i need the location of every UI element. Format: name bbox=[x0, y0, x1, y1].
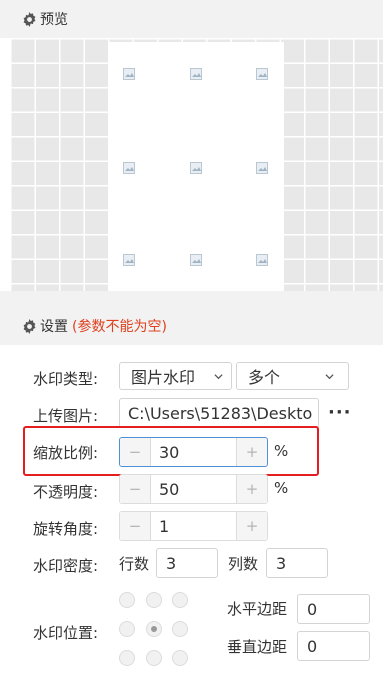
h-margin-input[interactable]: 0 bbox=[297, 594, 370, 624]
upload-label: 上传图片: bbox=[33, 407, 99, 425]
position-top-center-radio[interactable] bbox=[146, 592, 162, 608]
opacity-input[interactable]: 50 bbox=[151, 475, 236, 503]
watermark-image-icon bbox=[123, 68, 135, 80]
settings-note: (参数不能为空) bbox=[72, 319, 167, 335]
watermark-type-label: 水印类型: bbox=[33, 370, 99, 388]
watermark-count-select[interactable]: 多个 bbox=[236, 362, 349, 390]
rotation-decrement-button[interactable]: − bbox=[120, 512, 151, 540]
position-top-right-radio[interactable] bbox=[172, 592, 188, 608]
rotation-stepper[interactable]: − 1 + bbox=[119, 511, 268, 541]
scale-increment-button[interactable]: + bbox=[236, 438, 267, 466]
scale-unit: % bbox=[274, 442, 289, 460]
opacity-unit: % bbox=[274, 479, 289, 497]
h-margin-label: 水平边距 bbox=[227, 600, 288, 618]
settings-header: 设置 (参数不能为空) bbox=[0, 307, 383, 345]
chevron-down-icon bbox=[325, 374, 334, 380]
opacity-label: 不透明度: bbox=[33, 483, 99, 501]
opacity-increment-button[interactable]: + bbox=[236, 475, 267, 503]
opacity-stepper[interactable]: − 50 + bbox=[119, 474, 268, 504]
scale-input[interactable]: 30 bbox=[151, 438, 236, 466]
watermark-image-icon bbox=[190, 254, 202, 266]
scale-stepper[interactable]: − 30 + bbox=[119, 437, 268, 467]
rows-input[interactable]: 3 bbox=[156, 548, 218, 578]
density-label: 水印密度: bbox=[33, 557, 99, 575]
position-middle-left-radio[interactable] bbox=[119, 621, 135, 637]
cols-label: 列数 bbox=[228, 555, 259, 573]
section-divider bbox=[0, 291, 383, 307]
watermark-type-select[interactable]: 图片水印 bbox=[119, 362, 232, 390]
watermark-count-value: 多个 bbox=[248, 368, 281, 387]
rotation-label: 旋转角度: bbox=[33, 520, 99, 538]
watermark-type-value: 图片水印 bbox=[131, 368, 196, 387]
preview-header: 预览 bbox=[0, 0, 383, 38]
v-margin-input[interactable]: 0 bbox=[297, 631, 370, 661]
rows-label: 行数 bbox=[119, 555, 150, 573]
watermark-image-icon bbox=[123, 254, 135, 266]
position-bottom-left-radio[interactable] bbox=[119, 650, 135, 666]
gear-icon bbox=[23, 11, 36, 27]
opacity-decrement-button[interactable]: − bbox=[120, 475, 151, 503]
scale-decrement-button[interactable]: − bbox=[120, 438, 151, 466]
upload-path-input[interactable]: C:\Users\51283\Deskto bbox=[119, 398, 319, 428]
chevron-down-icon bbox=[214, 374, 223, 380]
more-options-button[interactable]: ··· bbox=[328, 402, 352, 423]
settings-title: 设置 bbox=[40, 319, 68, 335]
scale-label: 缩放比例: bbox=[33, 444, 99, 462]
watermark-image-icon bbox=[256, 68, 268, 80]
position-middle-right-radio[interactable] bbox=[172, 621, 188, 637]
v-margin-label: 垂直边距 bbox=[227, 638, 288, 656]
position-bottom-center-radio[interactable] bbox=[146, 650, 162, 666]
upload-path-value: C:\Users\51283\Deskto bbox=[128, 403, 313, 423]
position-center-radio[interactable] bbox=[146, 621, 162, 637]
watermark-image-icon bbox=[190, 162, 202, 174]
gear-icon bbox=[23, 318, 36, 334]
watermark-image-icon bbox=[256, 254, 268, 266]
position-top-left-radio[interactable] bbox=[119, 592, 135, 608]
watermark-image-icon bbox=[123, 162, 135, 174]
watermark-image-icon bbox=[190, 68, 202, 80]
rotation-input[interactable]: 1 bbox=[151, 512, 236, 540]
watermark-image-icon bbox=[256, 162, 268, 174]
position-bottom-right-radio[interactable] bbox=[172, 650, 188, 666]
rotation-increment-button[interactable]: + bbox=[236, 512, 267, 540]
position-label: 水印位置: bbox=[33, 624, 99, 642]
cols-input[interactable]: 3 bbox=[266, 548, 328, 578]
preview-page bbox=[109, 42, 284, 291]
preview-title: 预览 bbox=[40, 12, 68, 28]
preview-canvas bbox=[10, 38, 383, 291]
